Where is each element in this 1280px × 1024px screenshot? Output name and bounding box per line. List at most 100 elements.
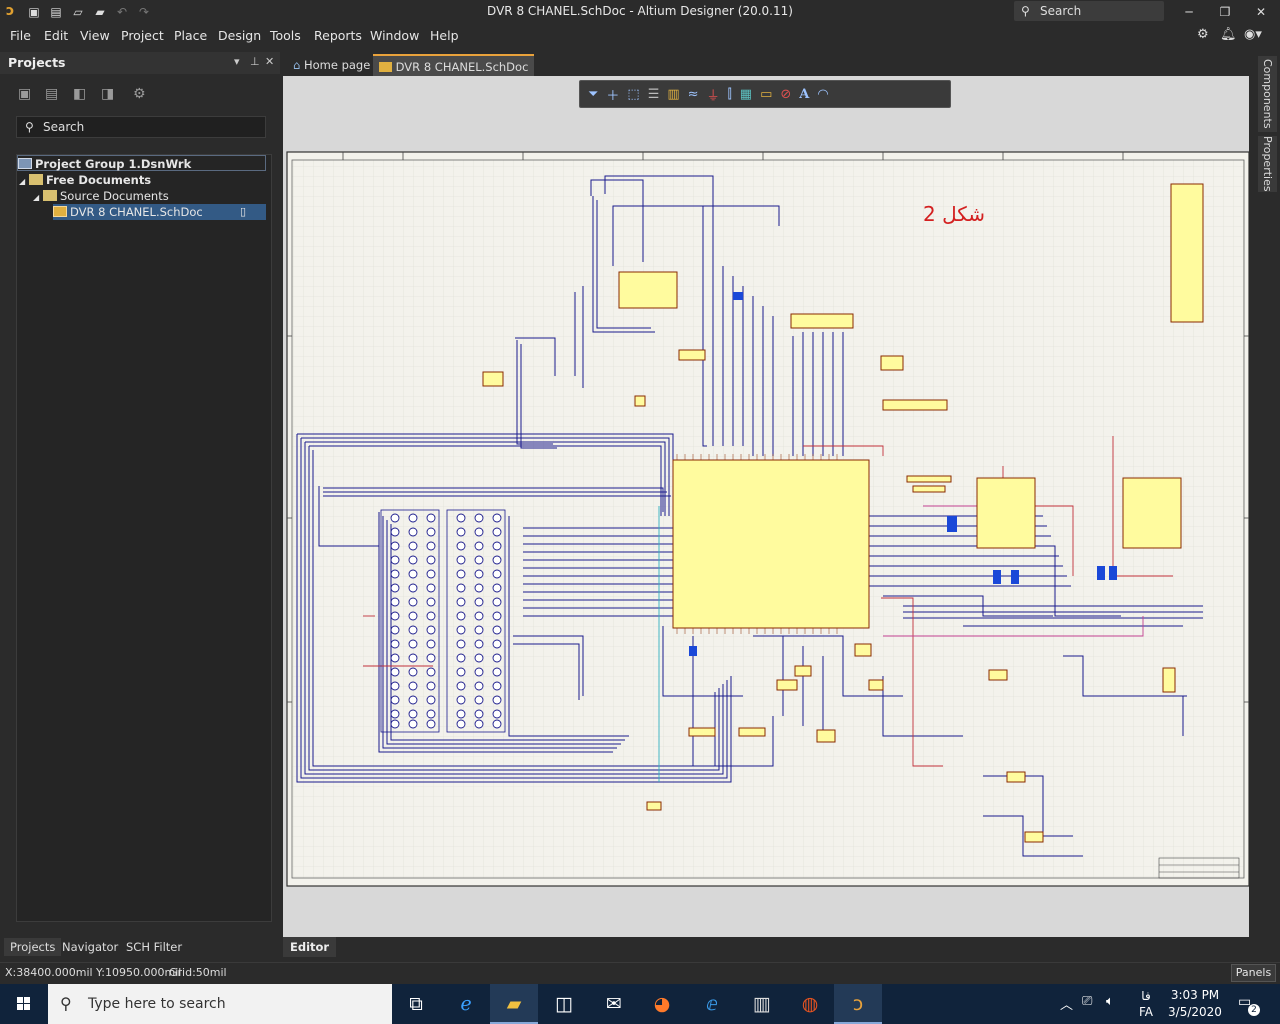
panel-close-icon[interactable]: ✕ [265,55,274,68]
tab-sch-filter[interactable]: SCH Filter [120,938,188,956]
close-button[interactable]: ✕ [1244,0,1278,24]
pin-icon[interactable]: ⊥ [250,55,260,68]
panels-button[interactable]: Panels [1231,964,1276,982]
ic-u7[interactable] [482,371,504,387]
ic-u4[interactable] [1122,477,1182,549]
compile-icon[interactable]: ◧ [73,86,89,102]
winrar-icon[interactable]: ▥ [738,984,786,1024]
align-icon[interactable]: ☰ [648,87,660,102]
edge-icon[interactable]: ℯ [442,984,490,1024]
restore-button[interactable]: ❐ [1208,0,1242,24]
tab-projects[interactable]: Projects [4,938,62,956]
ic-u12[interactable] [816,729,836,743]
filter-icon[interactable]: ⏷ [588,87,598,102]
menu-design[interactable]: Design [218,28,261,43]
panel-settings-gear-icon[interactable]: ⚙ [133,86,149,102]
harness-icon[interactable]: ▦ [740,87,752,102]
arc-icon[interactable]: ◠ [817,87,828,102]
ic-u21[interactable] [794,665,812,677]
ic-u22[interactable] [906,475,952,483]
ic-u16[interactable] [1024,831,1044,843]
project-options-icon[interactable]: ◨ [101,86,117,102]
text-icon[interactable]: A [799,87,809,102]
user-account-icon[interactable]: ◉▾ [1244,27,1262,42]
settings-gear-icon[interactable]: ⚙ [1197,27,1209,42]
ic-u8[interactable] [678,349,706,361]
ic-u9[interactable] [634,395,646,407]
net-label-icon[interactable]: ▭ [760,87,772,102]
internet-explorer-icon[interactable]: ⅇ [688,984,736,1024]
start-button[interactable] [0,984,48,1024]
taskbar-search-placeholder: Type here to search [88,996,226,1012]
save-all-docs-icon[interactable]: ▤ [45,86,61,102]
ic-u13[interactable] [988,669,1008,681]
menu-view[interactable]: View [80,28,110,43]
task-view-icon[interactable]: ⧉ [392,984,440,1024]
menu-project[interactable]: Project [121,28,164,43]
editor-bottom-tabs: Editor [283,937,1249,957]
part-icon[interactable]: ▥ [667,87,679,102]
tab-editor[interactable]: Editor [283,937,337,957]
ic-u20[interactable] [776,679,798,691]
tab-navigator[interactable]: Navigator [56,938,124,956]
taskbar-search-input[interactable]: ⚲ Type here to search [48,984,392,1024]
schematic-canvas[interactable]: شکل 2 [283,76,1250,937]
tree-item-free-documents[interactable]: ◢ Free Documents [19,172,151,188]
schematic-editor[interactable]: شکل 2 ⏷ ＋ ⬚ ☰ ▥ ≈ ⏚ ⫿ ▦ ▭ ⊘ A ◠ [283,76,1250,937]
altium-taskbar-icon[interactable]: ↄ [834,984,882,1024]
ic-u23[interactable] [912,485,946,493]
select-rect-icon[interactable]: ⬚ [627,87,639,102]
expand-arrow-icon[interactable]: ◢ [19,174,29,190]
volume-icon[interactable]: 🔈︎ [1106,994,1114,1009]
ubuntu-icon[interactable]: ◍ [786,984,834,1024]
ic-u2[interactable] [618,271,678,309]
store-icon[interactable]: ◫ [540,984,588,1024]
tab-properties[interactable]: Properties [1258,136,1277,192]
schematic-doc-icon [53,206,67,217]
net-port[interactable] [882,399,948,411]
tree-item-source-documents[interactable]: ◢ Source Documents [33,188,169,204]
save-doc-icon[interactable]: ▣ [18,86,34,102]
firefox-icon[interactable]: ◕ [638,984,686,1024]
menu-place[interactable]: Place [174,28,207,43]
menu-tools[interactable]: Tools [270,28,301,43]
mail-icon[interactable]: ✉ [590,984,638,1024]
menu-file[interactable]: File [10,28,31,43]
ic-u10[interactable] [854,643,872,657]
ic-u14[interactable] [1162,667,1176,693]
tree-item-project-group[interactable]: Project Group 1.DsnWrk [17,155,266,171]
menu-edit[interactable]: Edit [44,28,68,43]
menu-window[interactable]: Window [370,28,419,43]
main-processor-ic[interactable] [672,459,870,629]
projects-search-input[interactable]: ⚲ Search [16,116,266,138]
minimize-button[interactable]: ─ [1172,0,1206,24]
show-hidden-icons-chevron-icon[interactable]: ︿ [1060,994,1073,1013]
bus-icon[interactable]: ⫿ [728,87,732,102]
ic-u18[interactable] [688,727,716,737]
file-explorer-icon[interactable]: ▰ [490,984,538,1024]
ic-u3[interactable] [976,477,1036,549]
ic-u19[interactable] [738,727,766,737]
language-indicator[interactable]: فا FA [1138,988,1154,1020]
ic-u17[interactable] [646,801,662,811]
cross-icon[interactable]: ＋ [606,85,619,104]
ic-u15[interactable] [1006,771,1026,783]
menu-help[interactable]: Help [430,28,459,43]
wire-icon[interactable]: ≈ [688,87,699,102]
network-icon[interactable]: ⎚ [1082,994,1092,1009]
connector-header[interactable] [1170,183,1204,323]
tab-schdoc[interactable]: DVR 8 CHANEL.SchDoc [373,54,535,76]
tree-item-schdoc[interactable]: DVR 8 CHANEL.SchDoc ▯ [53,204,266,220]
no-erc-icon[interactable]: ⊘ [780,87,791,102]
tab-components[interactable]: Components [1258,56,1277,132]
menu-reports[interactable]: Reports [314,28,362,43]
power-port-icon[interactable]: ⏚ [707,85,720,104]
expand-arrow-icon[interactable]: ◢ [33,190,43,206]
panel-menu-chevron-icon[interactable]: ▾ [234,55,240,68]
tab-home-page[interactable]: ⌂ Home page [287,54,376,76]
ic-u5[interactable] [790,313,854,329]
clock[interactable]: 3:03 PM 3/5/2020 [1160,987,1230,1021]
global-search-input[interactable]: ⚲ Search [1014,1,1164,21]
notifications-bell-icon[interactable]: 🔔︎ [1220,27,1237,42]
ic-u11[interactable] [868,679,884,691]
